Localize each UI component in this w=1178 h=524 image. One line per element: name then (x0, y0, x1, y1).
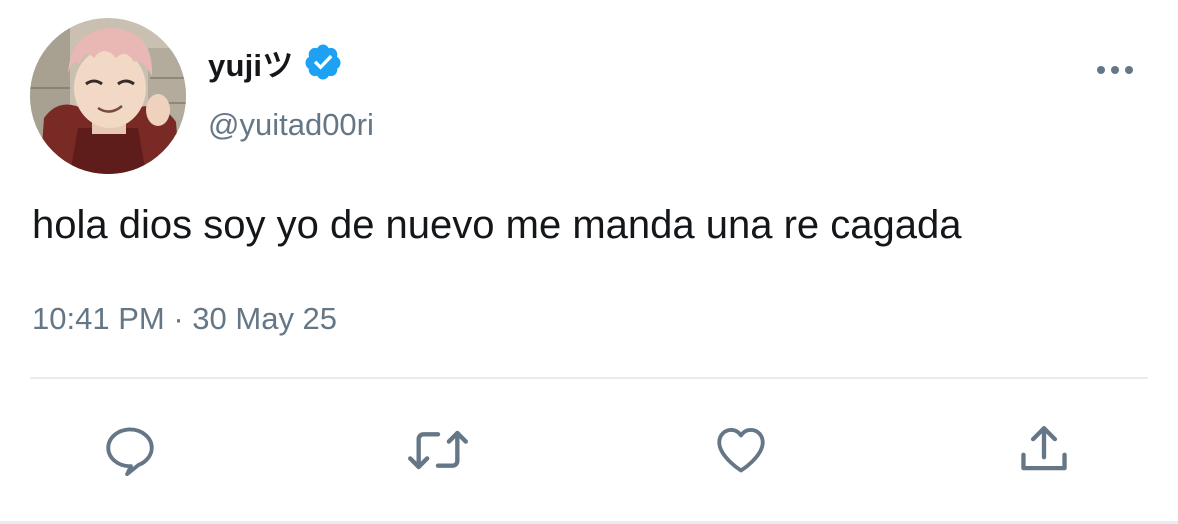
anime-character-avatar (30, 18, 186, 174)
tweet-card: yujiツ @yuitad00ri hola dios soy yo de nu… (0, 0, 1178, 524)
more-options-button[interactable] (1090, 56, 1140, 84)
tweet-date[interactable]: 30 May 25 (192, 301, 337, 336)
verified-badge-icon (303, 42, 343, 82)
reply-button[interactable] (98, 420, 162, 480)
share-button[interactable] (1012, 420, 1076, 480)
share-icon (1021, 426, 1067, 471)
timestamp-row: 10:41 PM · 30 May 25 (32, 301, 337, 337)
timestamp-separator: · (173, 301, 184, 336)
heart-icon (717, 428, 765, 473)
author-name-row: yujiツ (208, 40, 343, 84)
comment-icon (106, 427, 154, 477)
retweet-button[interactable] (406, 420, 470, 480)
user-handle[interactable]: @yuitad00ri (208, 107, 374, 143)
divider (30, 377, 1148, 379)
tweet-time[interactable]: 10:41 PM (32, 301, 165, 336)
like-button[interactable] (709, 420, 773, 480)
retweet-icon (408, 430, 468, 470)
tweet-text: hola dios soy yo de nuevo me manda una r… (32, 203, 962, 247)
display-name[interactable]: yujiツ (208, 40, 293, 85)
avatar[interactable] (30, 18, 186, 174)
more-options-icon (1097, 66, 1133, 74)
